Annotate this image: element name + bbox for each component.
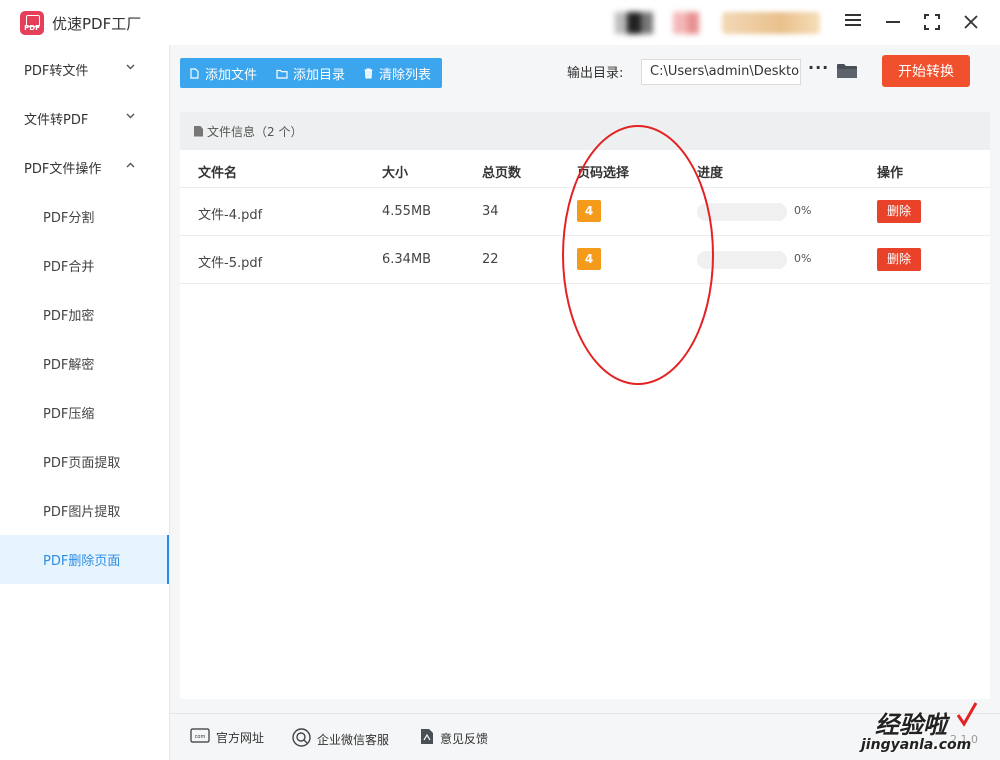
sidebar-item-pdf-image-extract[interactable]: PDF图片提取 [0, 486, 169, 535]
sidebar-item-label: PDF压缩 [43, 407, 95, 422]
file-size: 4.55MB [382, 204, 432, 219]
file-size: 6.34MB [382, 252, 432, 267]
start-convert-button[interactable]: 开始转换 [882, 55, 970, 87]
page-select-badge[interactable]: 4 [577, 248, 601, 270]
chevron-down-icon [126, 113, 135, 121]
blurred-user-avatar [615, 12, 700, 34]
sidebar-item-label: PDF图片提取 [43, 505, 121, 520]
output-dir-label: 输出目录: [567, 66, 624, 81]
sidebar-group-pdf-to-file[interactable]: PDF转文件 [0, 45, 169, 94]
delete-button[interactable]: 删除 [877, 248, 921, 271]
blurred-vip-badge[interactable] [722, 12, 820, 34]
clear-list-button[interactable]: 清除列表 [364, 64, 431, 83]
main-content: 添加文件 添加目录 清除列表 输出目录: C:\Users\admin\Desk… [170, 45, 1000, 760]
minimize-icon[interactable] [882, 11, 904, 33]
version-label: 2.1.0 [950, 733, 978, 746]
file-name: 文件-4.pdf [198, 208, 263, 223]
official-website-link[interactable]: com 官方网址 [190, 728, 264, 746]
progress-text: 0% [794, 204, 812, 217]
app-logo-icon: PDF [20, 11, 44, 35]
close-icon[interactable] [960, 11, 982, 33]
delete-button[interactable]: 删除 [877, 200, 921, 223]
sidebar-item-pdf-encrypt[interactable]: PDF加密 [0, 290, 169, 339]
sidebar-item-pdf-page-extract[interactable]: PDF页面提取 [0, 437, 169, 486]
menu-icon[interactable] [842, 11, 864, 33]
feedback-icon [420, 728, 434, 748]
table-row[interactable]: 文件-5.pdf 6.34MB 22 4 0% 删除 [180, 236, 990, 284]
sidebar-item-pdf-compress[interactable]: PDF压缩 [0, 388, 169, 437]
file-name: 文件-5.pdf [198, 256, 263, 271]
more-options-icon[interactable]: ··· [808, 58, 829, 77]
file-info-header: 文件信息（2 个） [180, 112, 990, 150]
sidebar-item-label: PDF加密 [43, 309, 95, 324]
chevron-down-icon [126, 64, 135, 72]
open-folder-icon[interactable] [837, 63, 857, 79]
table-row[interactable]: 文件-4.pdf 4.55MB 34 4 0% 删除 [180, 188, 990, 236]
sidebar: PDF转文件 文件转PDF PDF文件操作 PDF分割 PDF合并 PDF加密 … [0, 45, 170, 760]
sidebar-group-label: PDF转文件 [24, 64, 89, 79]
sidebar-item-pdf-decrypt[interactable]: PDF解密 [0, 339, 169, 388]
add-folder-button[interactable]: 添加目录 [276, 64, 345, 83]
column-header-size: 大小 [382, 166, 409, 181]
page-select-badge[interactable]: 4 [577, 200, 601, 222]
add-file-button[interactable]: 添加文件 [190, 64, 257, 83]
page-count: 34 [482, 204, 499, 219]
file-list-panel: 文件信息（2 个） 文件名 大小 总页数 页码选择 进度 操作 文件-4.pdf… [180, 112, 990, 699]
wechat-support-link[interactable]: 企业微信客服 [292, 728, 389, 750]
progress-text: 0% [794, 252, 812, 265]
folder-outline-icon [276, 68, 288, 80]
add-folder-label: 添加目录 [293, 68, 346, 83]
column-header-progress: 进度 [697, 166, 724, 181]
output-dir-field[interactable]: C:\Users\admin\Deskto [641, 59, 801, 85]
column-header-action: 操作 [877, 166, 904, 181]
footer: com 官方网址 企业微信客服 意见反馈 [170, 713, 1000, 760]
sidebar-group-label: 文件转PDF [24, 113, 89, 128]
chat-icon [292, 728, 311, 750]
table-header: 文件名 大小 总页数 页码选择 进度 操作 [180, 150, 990, 188]
app-logo-text: PDF [24, 24, 40, 32]
clear-list-label: 清除列表 [379, 68, 432, 83]
svg-text:com: com [195, 734, 206, 740]
progress-bar [697, 251, 787, 269]
sidebar-item-label: PDF删除页面 [43, 554, 121, 569]
document-icon [194, 125, 203, 137]
wechat-support-label: 企业微信客服 [317, 732, 390, 747]
sidebar-item-pdf-split[interactable]: PDF分割 [0, 192, 169, 241]
sidebar-group-pdf-operations[interactable]: PDF文件操作 [0, 143, 169, 192]
sidebar-item-label: PDF页面提取 [43, 456, 121, 471]
file-count-label: 文件信息（2 个） [207, 124, 303, 139]
column-header-filename: 文件名 [198, 166, 238, 181]
column-header-page-select: 页码选择 [577, 166, 630, 181]
app-title: 优速PDF工厂 [52, 15, 142, 33]
toolbar: 添加文件 添加目录 清除列表 [180, 58, 442, 88]
add-file-label: 添加文件 [205, 68, 258, 83]
sidebar-item-pdf-merge[interactable]: PDF合并 [0, 241, 169, 290]
column-header-pages: 总页数 [482, 166, 522, 181]
sidebar-item-label: PDF解密 [43, 358, 95, 373]
sidebar-item-label: PDF合并 [43, 260, 95, 275]
website-icon: com [190, 728, 210, 746]
title-bar: PDF 优速PDF工厂 [0, 0, 1000, 45]
feedback-label: 意见反馈 [440, 731, 489, 746]
trash-icon [364, 67, 374, 80]
page-count: 22 [482, 252, 499, 267]
feedback-link[interactable]: 意见反馈 [420, 728, 488, 748]
chevron-up-icon [126, 162, 135, 170]
progress-bar [697, 203, 787, 221]
sidebar-group-file-to-pdf[interactable]: 文件转PDF [0, 94, 169, 143]
sidebar-item-label: PDF分割 [43, 211, 95, 226]
sidebar-group-label: PDF文件操作 [24, 162, 102, 177]
file-icon [190, 67, 200, 80]
maximize-icon[interactable] [921, 11, 943, 33]
official-website-label: 官方网址 [216, 730, 265, 745]
sidebar-item-pdf-delete-pages[interactable]: PDF删除页面 [0, 535, 169, 584]
